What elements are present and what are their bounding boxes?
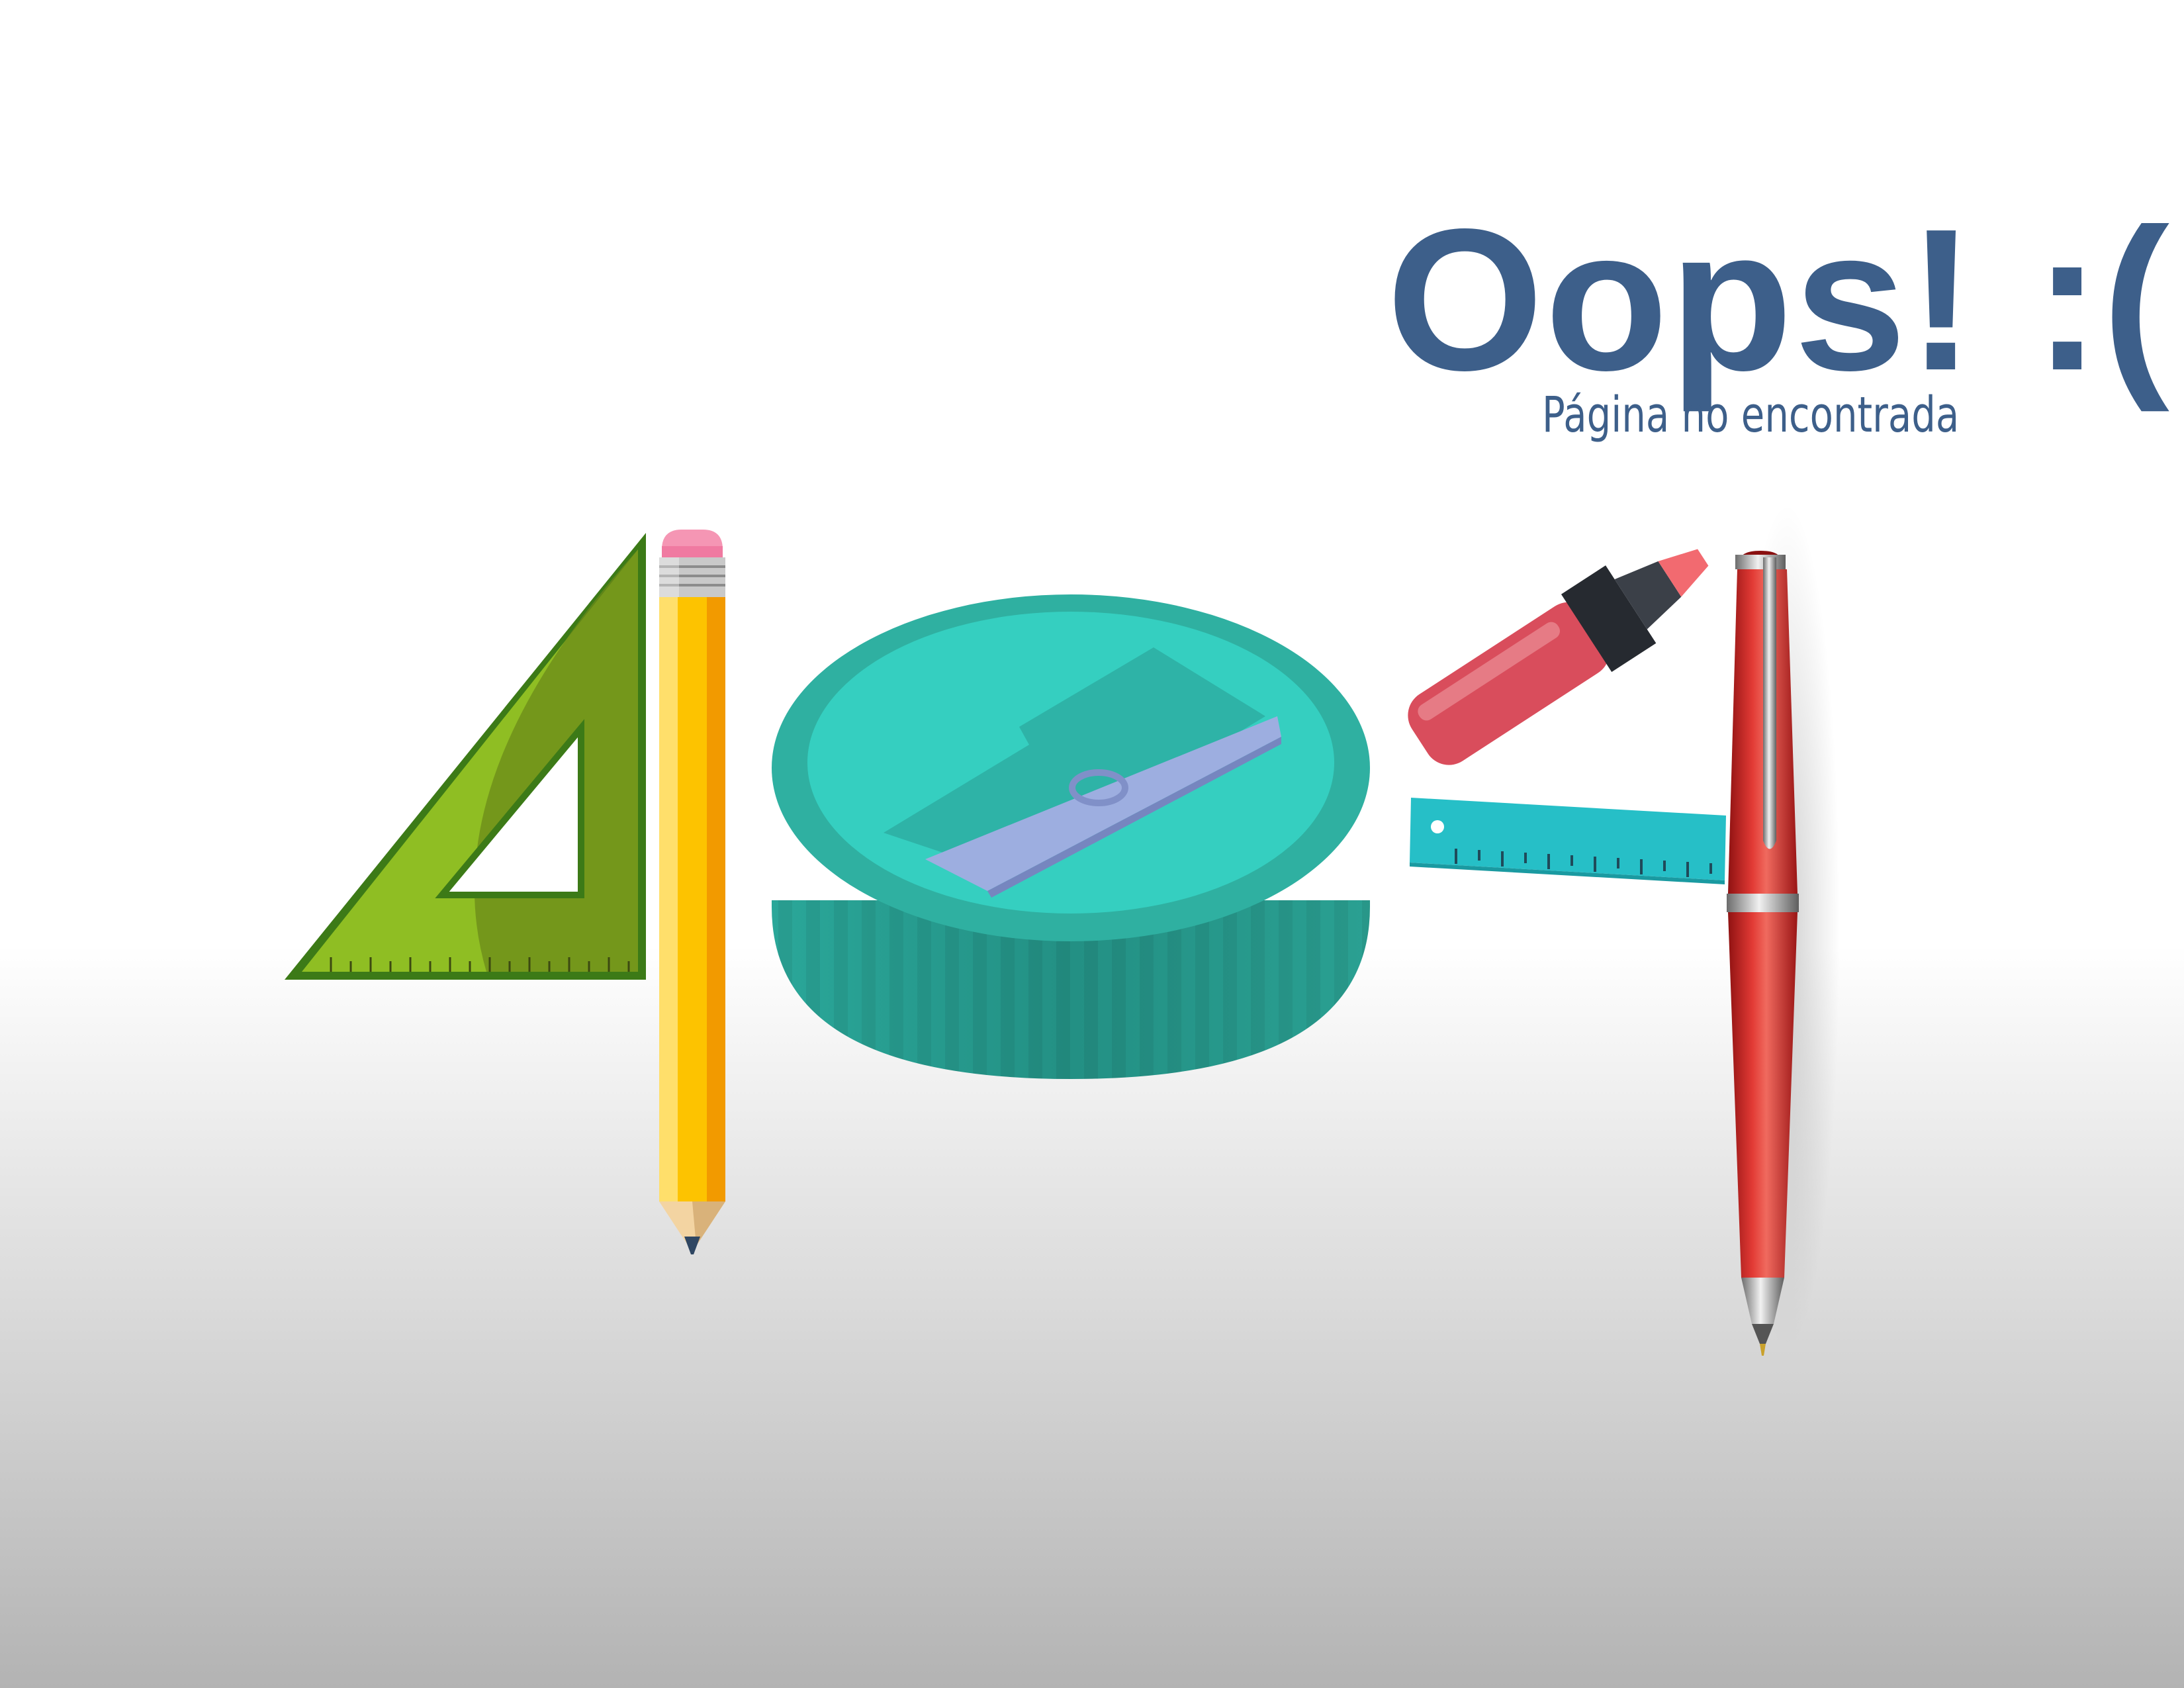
pen-icon bbox=[1727, 503, 1840, 1356]
highlighter-icon bbox=[1408, 549, 1709, 765]
ruler-icon bbox=[1410, 798, 1726, 884]
illustration-404 bbox=[285, 503, 1840, 1356]
sharpener-icon bbox=[772, 594, 1370, 1079]
pencil-icon bbox=[659, 530, 725, 1254]
set-square-icon bbox=[285, 533, 646, 980]
